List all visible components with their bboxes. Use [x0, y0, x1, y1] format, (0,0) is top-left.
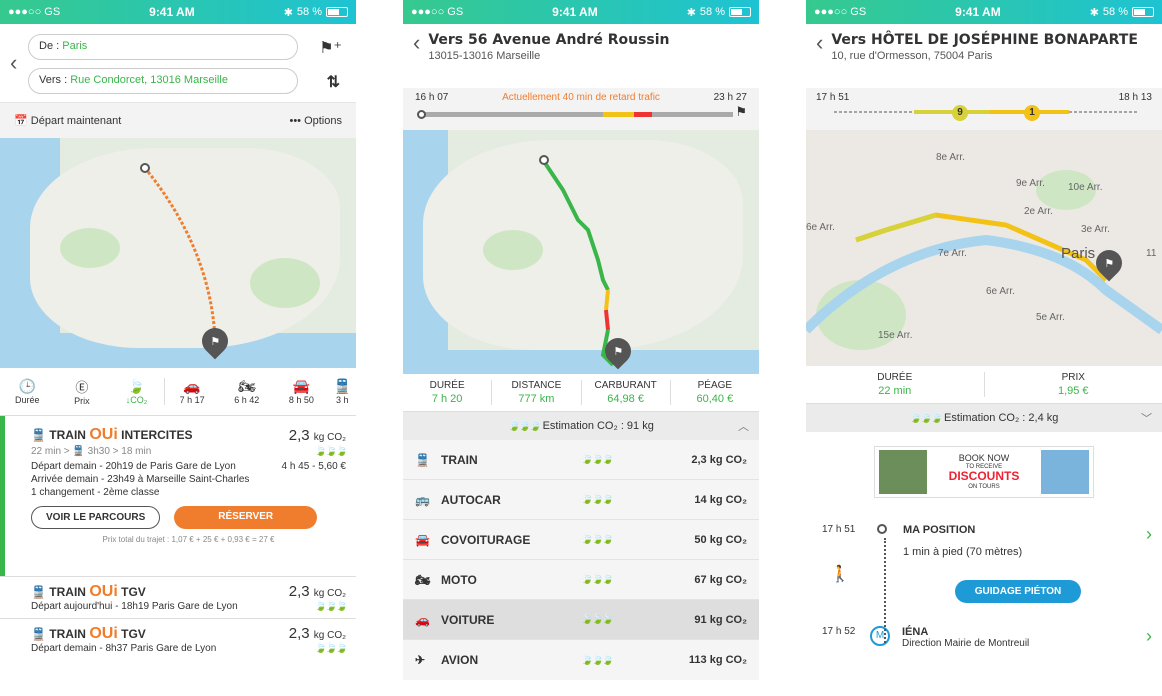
back-icon[interactable]: ‹ — [10, 52, 17, 74]
chevron-right-icon[interactable]: › — [1146, 626, 1152, 647]
chevron-down-icon: ﹀ — [1141, 413, 1152, 425]
route-map[interactable]: ⚑ — [0, 138, 356, 368]
time: 9:41 AM — [149, 5, 195, 19]
list-item[interactable]: 🚆 TRAIN 🍃🍃🍃 2,3 kg CO₂ — [403, 440, 759, 480]
to-field[interactable]: Vers : Rue Condorcet, 13016 Marseille — [28, 68, 298, 94]
battery: ✱ 58 % — [284, 6, 348, 19]
co2-estimate-toggle[interactable]: 🍃🍃🍃 Estimation CO₂ : 2,4 kg ﹀ — [806, 404, 1162, 432]
route-card[interactable]: 🚆 TRAIN OUi TGV 2,3 kg CO₂ Départ demain … — [0, 618, 356, 660]
list-item[interactable]: 🚌 AUTOCAR 🍃🍃🍃 14 kg CO₂ — [403, 480, 759, 520]
book-button[interactable]: RÉSERVER — [174, 506, 318, 529]
brand-logo: OUi — [89, 426, 118, 443]
tab-duration[interactable]: 🕒 Durée — [0, 378, 55, 405]
route-card-selected[interactable]: 🚆 TRAIN OUi INTERCITES 2,3 kg CO₂ 22 min… — [0, 416, 356, 576]
route-stats: DURÉE 7 h 20 DISTANCE 777 km CARBURANT 64,9… — [403, 374, 759, 412]
view-route-button[interactable]: VOIR LE PARCOURS — [31, 506, 161, 529]
tab-train[interactable]: 🚆 3 h — [329, 378, 356, 405]
screen-transit-route: ●●●○○ GS 9:41 AM ✱ 58 % ‹ Vers HÔTEL DE JO… — [806, 0, 1162, 696]
swap-icon[interactable]: ⇅ — [327, 72, 340, 92]
carrier: ●●●○○ GS — [8, 6, 61, 18]
tab-co2[interactable]: 🍃 ↓CO₂ — [109, 378, 164, 405]
status-bar: ●●●○○ GS 9:41 AM ✱ 58 % — [806, 0, 1162, 24]
back-icon[interactable]: ‹ — [816, 32, 823, 80]
tab-price[interactable]: Ⓔ Prix — [55, 377, 110, 406]
list-item[interactable]: 17 h 52 M IÉNA Direction Mairie de Montre… — [822, 626, 1162, 649]
list-item[interactable]: 🏍 MOTO 🍃🍃🍃 67 kg CO₂ — [403, 560, 759, 600]
calendar-icon: 📅 — [14, 115, 28, 127]
tab-car[interactable]: 🚗 7 h 17 — [163, 378, 220, 405]
pedestrian-guidance-button[interactable]: GUIDAGE PIÉTON — [955, 580, 1081, 603]
depart-selector[interactable]: 📅 Départ maintenant — [14, 114, 121, 127]
ad-banner[interactable]: BOOK NOW TO RECEIVE DISCOUNTS ON TOURS — [874, 446, 1094, 498]
tab-carpool[interactable]: 🚘 8 h 50 — [274, 378, 329, 405]
route-map[interactable]: 8e Arr. 9e Arr. 10e Arr. 2e Arr. 3e Arr.… — [806, 130, 1162, 366]
back-icon[interactable]: ‹ — [413, 32, 420, 80]
add-waypoint-icon[interactable]: ⚑⁺ — [319, 38, 342, 58]
page-title: Vers 56 Avenue André Roussin — [428, 32, 670, 48]
options-button[interactable]: ••• Options — [289, 115, 342, 127]
bus-icon: 🚌 — [415, 492, 430, 507]
line-badge: 1 — [1024, 105, 1040, 121]
list-item[interactable]: 🚘 COVOITURAGE 🍃🍃🍃 50 kg CO₂ — [403, 520, 759, 560]
pedestrian-icon: 🚶 — [830, 566, 850, 583]
co2-compare-list: 🚆 TRAIN 🍃🍃🍃 2,3 kg CO₂ 🚌 AUTOCAR 🍃🍃🍃 14 kg CO₂… — [403, 440, 759, 680]
train-icon: 🚆 — [31, 428, 46, 442]
transit-timeline: 17 h 51 18 h 13 9 1 — [806, 88, 1162, 130]
moto-icon: 🏍 — [415, 572, 431, 587]
train-icon: 🚆 — [31, 585, 46, 599]
carpool-icon: 🚘 — [415, 532, 430, 547]
status-bar: ●●●○○ GS 9:41 AM ✱ 58 % — [403, 0, 759, 24]
list-item[interactable]: 17 h 51 MA POSITION 1 min à pied (70 mèt… — [822, 524, 1162, 614]
car-icon: 🚗 — [415, 612, 430, 627]
chevron-up-icon: ︿ — [738, 421, 749, 433]
route-map[interactable]: ⚑ — [403, 130, 759, 374]
plane-icon: ✈ — [415, 653, 426, 667]
status-bar: ●●●○○ GS 9:41 AM ✱ 58 % — [0, 0, 356, 24]
ad-image — [1040, 450, 1089, 494]
ad-image — [879, 450, 927, 494]
screen-itinerary-search: ●●●○○ GS 9:41 AM ✱ 58 % ‹ De : Paris Vers… — [0, 0, 356, 696]
page-title: Vers HÔTEL DE JOSÉPHINE BONAPARTE — [831, 32, 1138, 48]
traffic-timeline: 16 h 07 Actuellement 40 min de retard tra… — [403, 88, 759, 130]
mode-tabs: 🕒 Durée Ⓔ Prix 🍃 ↓CO₂ 🚗 7 h 17 🏍 6 h 42 🚘 8 h … — [0, 368, 356, 416]
from-field[interactable]: De : Paris — [28, 34, 298, 60]
route-card[interactable]: 🚆 TRAIN OUi TGV 2,3 kg CO₂ Départ aujourd… — [0, 576, 356, 618]
metro-icon: M — [870, 626, 890, 646]
step-list: 17 h 51 MA POSITION 1 min à pied (70 mèt… — [806, 524, 1162, 649]
train-icon: 🚆 — [31, 627, 46, 641]
list-item[interactable]: ✈ AVION 🍃🍃🍃 113 kg CO₂ — [403, 640, 759, 680]
line-badge: 9 — [952, 105, 968, 121]
screen-car-route: ●●●○○ GS 9:41 AM ✱ 58 % ‹ Vers 56 Avenue A… — [403, 0, 759, 696]
route-stats: DURÉE 22 min PRIX 1,95 € — [806, 366, 1162, 404]
train-icon: 🚆 — [415, 452, 430, 467]
list-item[interactable]: 🚗 VOITURE 🍃🍃🍃 91 kg CO₂ — [403, 600, 759, 640]
origin-marker — [140, 163, 150, 173]
chevron-right-icon[interactable]: › — [1146, 524, 1152, 545]
co2-estimate-toggle[interactable]: 🍃🍃🍃 Estimation CO₂ : 91 kg ︿ — [403, 412, 759, 440]
tab-moto[interactable]: 🏍 6 h 42 — [219, 378, 274, 405]
